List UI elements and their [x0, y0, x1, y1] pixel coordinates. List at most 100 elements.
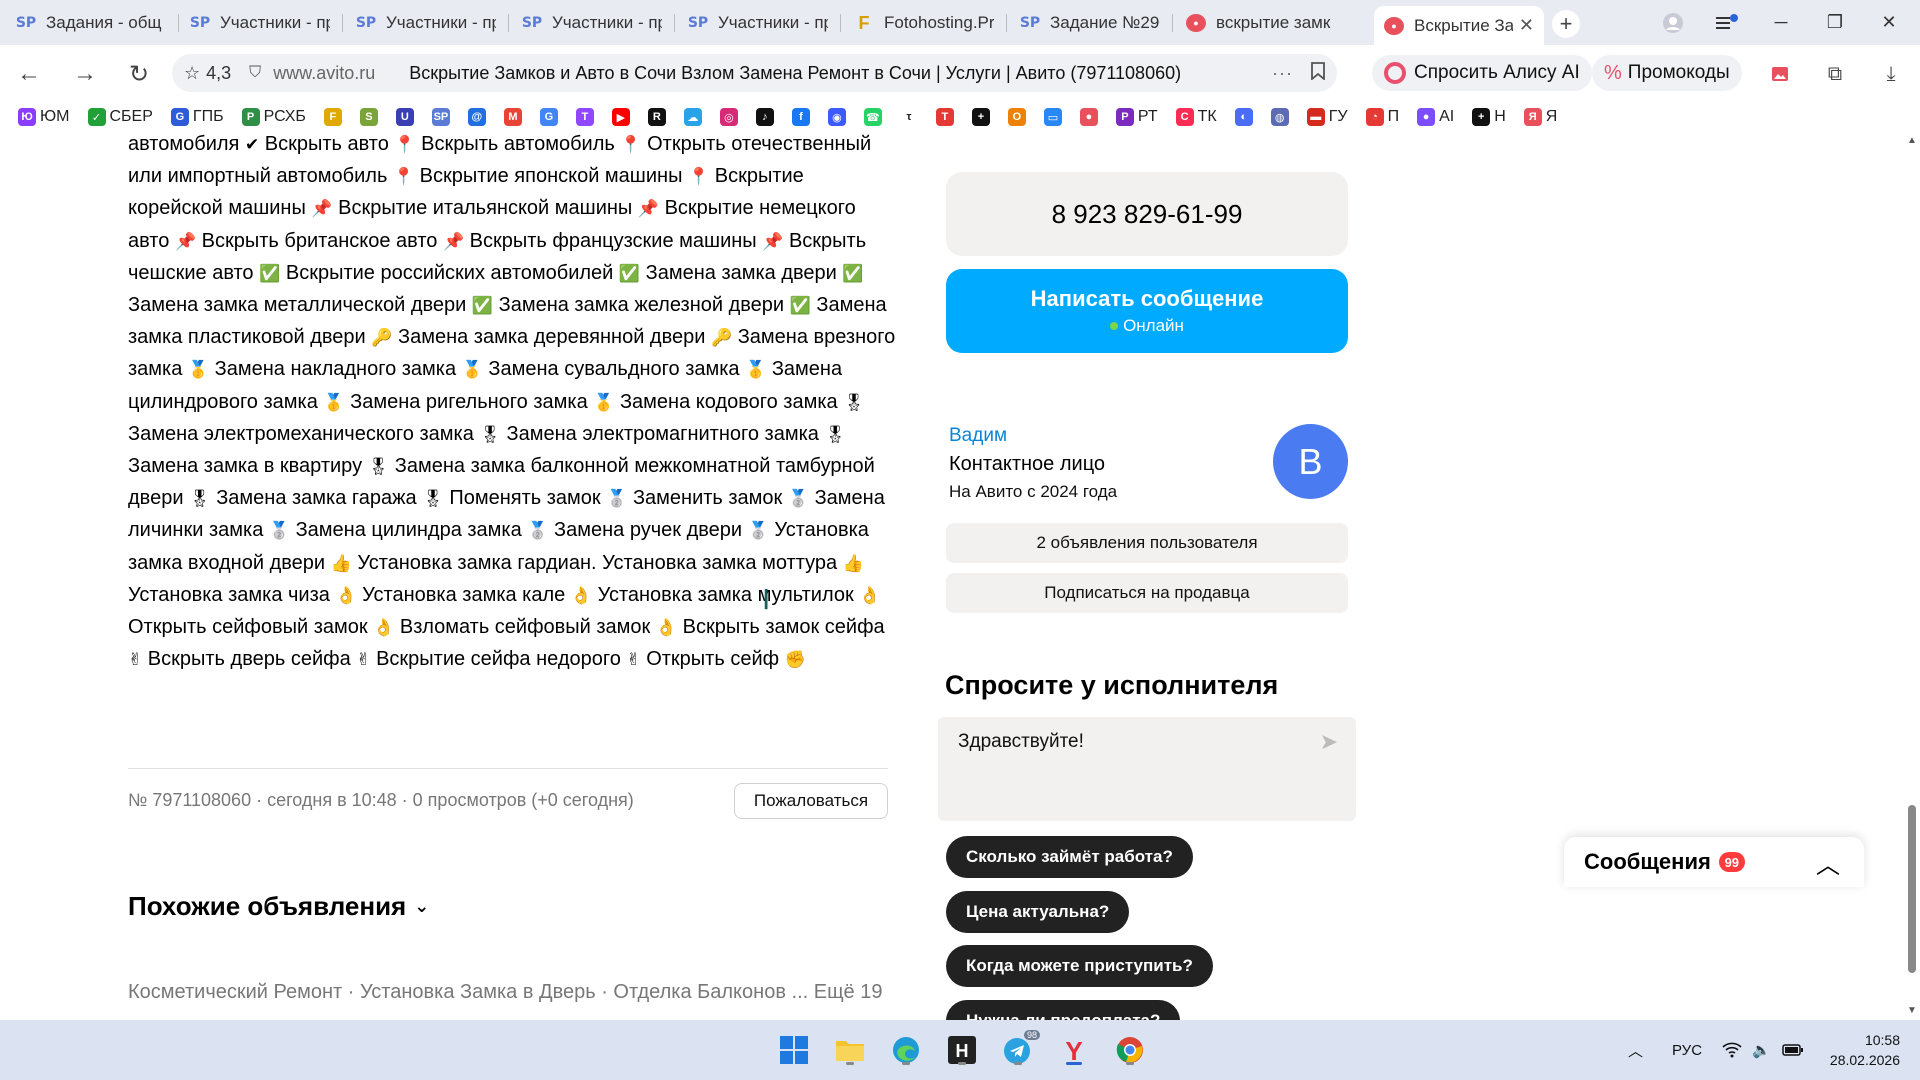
start-icon[interactable]: [776, 1032, 812, 1068]
download-icon[interactable]: ⤓: [1876, 59, 1906, 89]
bookmark-item[interactable]: T: [935, 108, 958, 126]
description-text: Открыть сейф: [640, 648, 785, 671]
promo-codes-button[interactable]: % Промокоды: [1592, 55, 1742, 91]
bookmark-item[interactable]: ◍: [1270, 108, 1293, 126]
profile-icon[interactable]: [1650, 0, 1696, 45]
back-button[interactable]: ←: [14, 59, 44, 89]
quick-question-chip[interactable]: Когда можете приступить?: [946, 945, 1213, 987]
messages-panel[interactable]: Сообщения 99 ︿: [1564, 837, 1864, 887]
seller-avatar[interactable]: В: [1273, 424, 1348, 499]
more-options-icon[interactable]: ···: [1272, 63, 1293, 84]
browser-tab[interactable]: ● вскрытие замк: [1176, 6, 1366, 40]
bookmark-item[interactable]: ◔ П: [1365, 108, 1399, 126]
subscribe-seller-button[interactable]: Подписаться на продавца: [946, 573, 1348, 613]
forward-button[interactable]: →: [70, 59, 100, 89]
bookmark-item[interactable]: ☁: [683, 108, 706, 126]
hamster-app-icon[interactable]: H: [944, 1032, 980, 1068]
bookmark-item[interactable]: R: [647, 108, 670, 126]
similar-listings-toggle[interactable]: Похожие объявления ⌄: [128, 891, 429, 922]
ask-alice-button[interactable]: Спросить Алису AI: [1372, 55, 1592, 91]
bookmark-item[interactable]: ▶: [611, 108, 634, 126]
scroll-down-icon[interactable]: ▼: [1907, 1005, 1917, 1016]
reload-button[interactable]: ↻: [124, 59, 154, 89]
bookmark-item[interactable]: О: [1007, 108, 1030, 126]
bookmark-item[interactable]: Р РСХБ: [241, 108, 306, 126]
minimize-button[interactable]: ─: [1758, 0, 1804, 45]
scrollbar-thumb[interactable]: [1908, 805, 1916, 973]
bookmark-item[interactable]: G ГПБ: [170, 108, 224, 126]
new-tab-button[interactable]: +: [1552, 10, 1580, 38]
bookmark-item[interactable]: F: [323, 108, 346, 126]
bookmark-item[interactable]: ●: [1079, 108, 1102, 126]
quick-question-chip[interactable]: Сколько займёт работа?: [946, 836, 1193, 878]
edge-icon[interactable]: [888, 1032, 924, 1068]
browser-tab[interactable]: SP Задание №290: [1010, 6, 1170, 40]
bookmark-item[interactable]: Ю ЮМ: [18, 108, 70, 126]
chrome-icon[interactable]: [1112, 1032, 1148, 1068]
seller-name-link[interactable]: Вадим: [949, 425, 1007, 447]
bookmark-item[interactable]: ◎: [719, 108, 742, 126]
browser-tab[interactable]: SP Участники - пр: [346, 6, 506, 40]
browser-tab[interactable]: F Fotohosting.Pro: [844, 6, 1004, 40]
bookmark-item[interactable]: +: [971, 108, 994, 126]
bookmark-icon[interactable]: [1311, 61, 1325, 85]
file-explorer-icon[interactable]: [832, 1032, 868, 1068]
bookmark-item[interactable]: C ТК: [1175, 108, 1217, 126]
browser-tab[interactable]: ● Вскрытие За ✕: [1374, 6, 1544, 45]
user-ads-button[interactable]: 2 объявления пользователя: [946, 523, 1348, 563]
browser-tab[interactable]: SP Участники - пр: [180, 6, 340, 40]
report-button[interactable]: Пожаловаться: [734, 783, 888, 819]
bookmark-item[interactable]: SP: [431, 108, 454, 126]
page-scrollbar[interactable]: ▲ ▼: [1904, 133, 1920, 1020]
telegram-icon[interactable]: 98: [1000, 1030, 1040, 1068]
bookmark-item[interactable]: ♪: [755, 108, 778, 126]
bookmark-item[interactable]: U: [395, 108, 418, 126]
volume-icon[interactable]: 🔈: [1752, 1020, 1771, 1080]
bookmark-item[interactable]: + Н: [1472, 108, 1506, 126]
extensions-icon[interactable]: ⧉: [1820, 59, 1850, 89]
close-window-button[interactable]: ✕: [1866, 0, 1912, 45]
bookmark-item[interactable]: M: [503, 108, 526, 126]
battery-icon[interactable]: [1782, 1020, 1804, 1080]
browser-tab[interactable]: SP Участники - пр: [512, 6, 672, 40]
bookmark-item[interactable]: ☎: [863, 108, 886, 126]
close-tab-icon[interactable]: ✕: [1519, 15, 1534, 36]
address-bar[interactable]: ☆ 4,3 ⛉ www.avito.ru Вскрытие Замков и Ав…: [172, 54, 1337, 92]
similar-categories[interactable]: Косметический Ремонт · Установка Замка в…: [128, 981, 882, 1004]
bookmark-item[interactable]: @: [467, 108, 490, 126]
bookmark-item[interactable]: ✓ СБЕР: [87, 108, 153, 126]
tray-overflow-icon[interactable]: ︿: [1628, 1020, 1643, 1080]
description-text: Замена замка двери: [640, 261, 843, 284]
bookmark-item[interactable]: ◉: [827, 108, 850, 126]
bookmark-item[interactable]: Р РТ: [1115, 108, 1158, 126]
send-icon[interactable]: ➤: [1320, 729, 1338, 755]
system-clock[interactable]: 10:58 28.02.2026: [1818, 1030, 1900, 1070]
bookmark-item[interactable]: τ: [899, 108, 922, 126]
yandex-browser-icon[interactable]: Y: [1056, 1032, 1092, 1068]
tab-manager-icon[interactable]: [1704, 0, 1750, 45]
site-rating[interactable]: ☆ 4,3: [184, 63, 231, 84]
ask-message-input[interactable]: Здравствуйте! ➤: [938, 717, 1356, 821]
bookmark-item[interactable]: G: [539, 108, 562, 126]
browser-tab[interactable]: SP Задания - общ: [6, 6, 176, 40]
phone-number-button[interactable]: 8 923 829-61-99: [946, 172, 1348, 256]
shield-icon[interactable]: ⛉: [249, 64, 261, 82]
wifi-icon[interactable]: [1722, 1020, 1742, 1080]
maximize-button[interactable]: ❐: [1812, 0, 1858, 45]
bookmark-item[interactable]: ● AI: [1417, 108, 1454, 126]
language-indicator[interactable]: РУС: [1672, 1020, 1702, 1080]
write-message-button[interactable]: Написать сообщение Онлайн: [946, 269, 1348, 353]
bookmark-item[interactable]: S: [359, 108, 382, 126]
chevron-up-icon[interactable]: ︿: [1816, 845, 1840, 880]
bookmark-item[interactable]: T: [575, 108, 598, 126]
bookmark-item[interactable]: f: [791, 108, 814, 126]
quick-question-chip[interactable]: Нужна ли предоплата?: [946, 1000, 1181, 1020]
quick-question-chip[interactable]: Цена актуальна?: [946, 891, 1130, 933]
browser-tab[interactable]: SP Участники - пр: [678, 6, 838, 40]
bookmark-item[interactable]: ◐: [1234, 108, 1257, 126]
bookmark-item[interactable]: ▭: [1043, 108, 1066, 126]
bookmark-item[interactable]: ЯЯ: [1523, 108, 1557, 126]
image-icon[interactable]: [1765, 59, 1795, 89]
bookmark-item[interactable]: ▬ ГУ: [1306, 108, 1348, 126]
scroll-up-icon[interactable]: ▲: [1907, 135, 1917, 146]
